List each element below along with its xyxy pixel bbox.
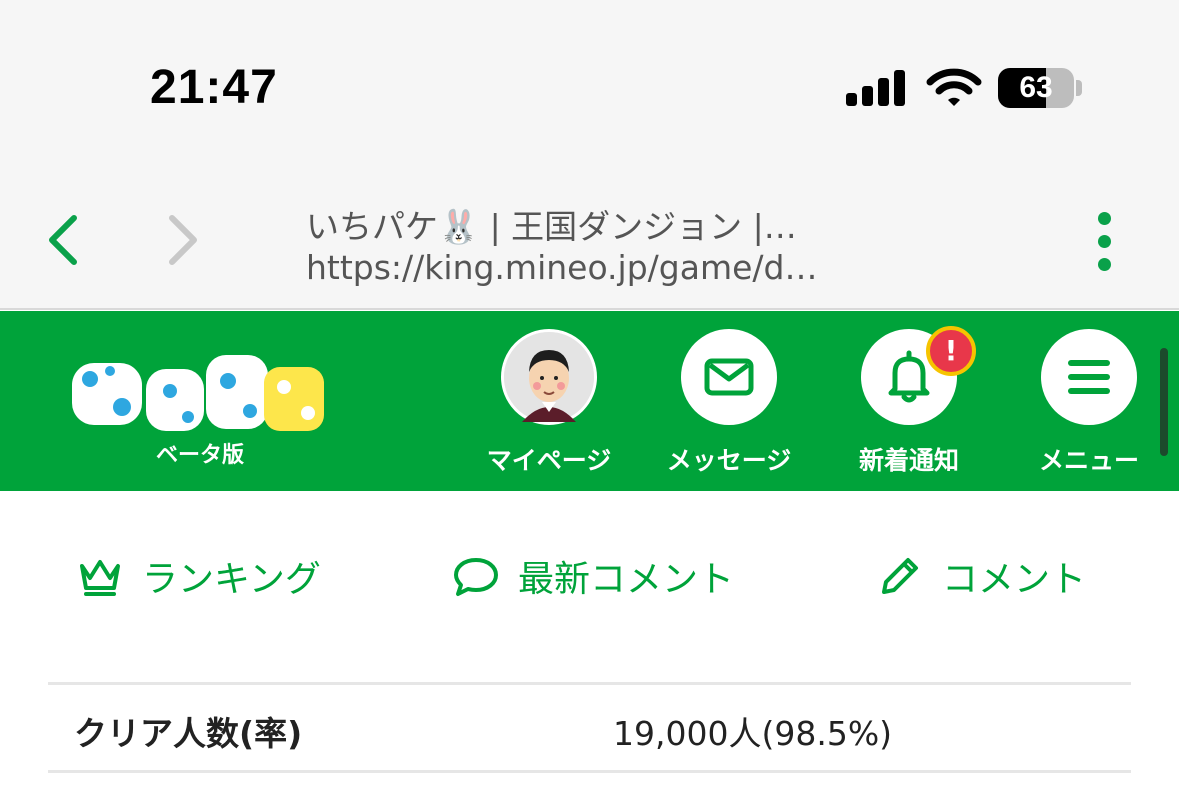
tab-comment[interactable]: コメント	[876, 551, 1086, 601]
stat-value-clear-count: 19,000人(98.5%)	[613, 714, 893, 753]
table-row: クリア人数(率) 19,000人(98.5%)	[48, 685, 1131, 773]
menu-label: メニュー	[1038, 446, 1139, 475]
logo-mark	[72, 355, 324, 431]
messages-button[interactable]: メッセージ	[654, 329, 804, 479]
speech-bubble-icon	[454, 558, 498, 596]
logo-beta-label: ベータ版	[156, 443, 245, 468]
back-arrow-icon[interactable]	[38, 210, 88, 270]
more-vertical-icon[interactable]	[1090, 212, 1118, 272]
battery-percent: 63	[1019, 71, 1053, 104]
tab-latest-comments[interactable]: 最新コメント	[452, 551, 734, 601]
wifi-icon	[926, 68, 982, 106]
pencil-icon	[882, 558, 918, 594]
crown-icon	[80, 560, 120, 596]
tab-ranking-label: ランキング	[142, 559, 321, 600]
stat-key-clear-count: クリア人数(率)	[74, 714, 303, 753]
content-tabs: ランキング 最新コメント コメント	[0, 491, 1179, 681]
notifications-label: 新着通知	[858, 446, 959, 475]
tab-comment-label: コメント	[942, 559, 1087, 600]
mypage-button[interactable]: マイページ	[474, 329, 624, 479]
page-title[interactable]: いちパケ🐰 | 王国ダンジョン |…	[306, 200, 886, 248]
menu-button[interactable]: メニュー	[1014, 329, 1164, 479]
status-time: 21:47	[150, 61, 278, 114]
cellular-signal-icon	[846, 70, 906, 106]
browser-toolbar: いちパケ🐰 | 王国ダンジョン |… https://king.mineo.jp…	[0, 180, 1179, 310]
notification-badge: !	[926, 326, 976, 376]
address-bar-url[interactable]: https://king.mineo.jp/game/d…	[306, 248, 886, 287]
messages-label: メッセージ	[666, 446, 792, 475]
tab-ranking[interactable]: ランキング	[76, 551, 321, 601]
stats-table: クリア人数(率) 19,000人(98.5%)	[48, 682, 1131, 787]
hamburger-menu-icon	[1041, 329, 1137, 425]
status-bar: 21:47 63	[0, 0, 1179, 180]
tab-latest-comments-label: 最新コメント	[518, 559, 735, 600]
battery-tip	[1076, 80, 1082, 96]
site-header: ベータ版 マイページ メッセージ 新着通知 メニュー	[0, 311, 1179, 491]
mail-icon	[681, 329, 777, 425]
site-logo[interactable]	[70, 341, 330, 441]
avatar-icon	[501, 329, 597, 425]
forward-arrow-icon[interactable]	[158, 210, 208, 270]
scrollbar[interactable]	[1160, 348, 1168, 456]
mypage-label: マイページ	[486, 446, 612, 475]
battery-icon: 63	[998, 68, 1074, 108]
